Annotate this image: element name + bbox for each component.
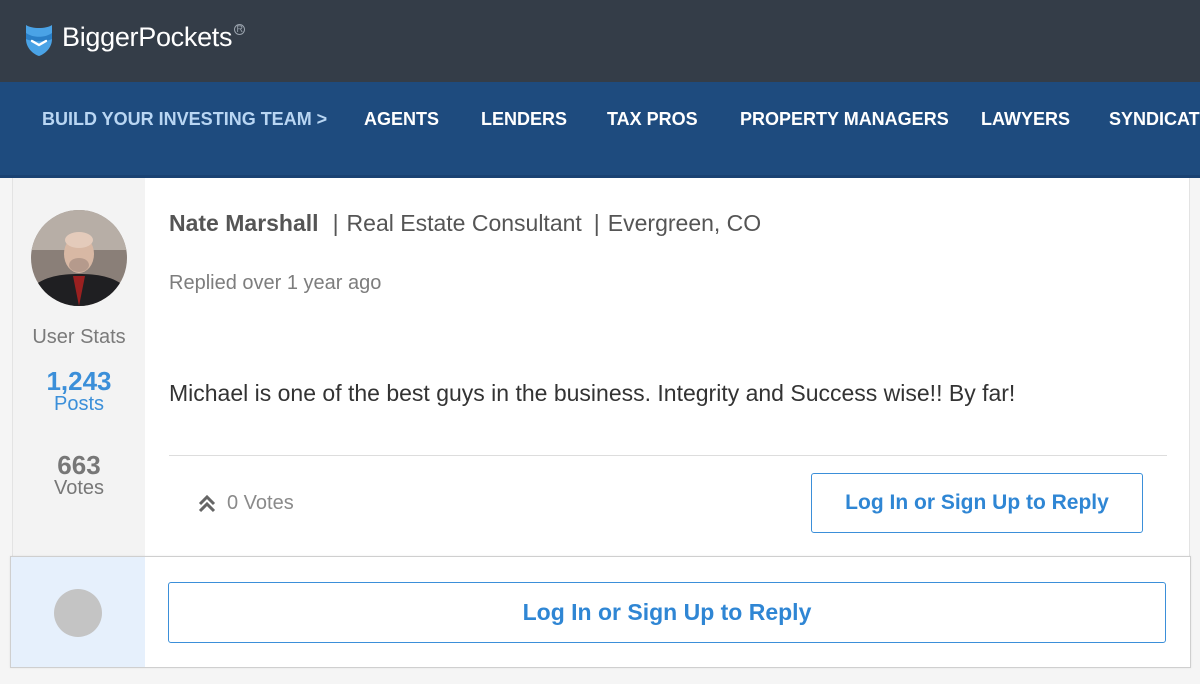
user-stats-title: User Stats <box>32 326 126 348</box>
author-location: Evergreen, CO <box>607 210 762 236</box>
author-title: Real Estate Consultant <box>346 210 582 236</box>
post-body: Michael is one of the best guys in the b… <box>169 380 1016 406</box>
post-author-line: Nate Marshall | Real Estate Consultant | Eve… <box>169 210 762 236</box>
user-avatar[interactable] <box>31 210 127 306</box>
votes-count-label: 0 Votes <box>227 492 294 514</box>
nav-syndicate[interactable]: SYNDICATE <box>1109 108 1200 130</box>
posts-label[interactable]: Posts <box>13 393 145 415</box>
avatar-photo <box>31 210 127 306</box>
registered-mark: R <box>234 24 246 35</box>
reply-avatar-panel <box>11 557 145 667</box>
reply-timestamp: Replied over 1 year ago <box>169 272 382 294</box>
guest-avatar <box>54 589 102 637</box>
author-name[interactable]: Nate Marshall <box>169 210 319 236</box>
nav-lawyers[interactable]: LAWYERS <box>981 108 1070 130</box>
nav-tax-pros[interactable]: TAX PROS <box>607 108 698 130</box>
pocket-logo-icon <box>26 25 52 56</box>
vote-control[interactable]: 0 Votes <box>197 492 294 515</box>
nav-lenders[interactable]: LENDERS <box>481 108 567 130</box>
top-header: BiggerPockets R <box>0 0 1200 82</box>
nav-build-team[interactable]: BUILD YOUR INVESTING TEAM > <box>42 108 327 130</box>
reply-composer: Log In or Sign Up to Reply <box>10 556 1191 668</box>
user-sidebar: User Stats 1,243 Posts 663 Votes <box>13 178 145 556</box>
posts-count[interactable]: 1,243 <box>13 368 145 394</box>
login-to-reply-button[interactable]: Log In or Sign Up to Reply <box>811 473 1143 533</box>
post-divider <box>169 455 1167 456</box>
upvote-chevrons-icon[interactable] <box>197 494 217 514</box>
nav-agents[interactable]: AGENTS <box>364 108 439 130</box>
biggerpockets-logo[interactable]: BiggerPockets R <box>24 21 246 57</box>
nav-property-managers[interactable]: PROPERTY MANAGERS <box>740 108 949 130</box>
login-to-reply-wide-button[interactable]: Log In or Sign Up to Reply <box>168 582 1166 643</box>
forum-post-card: User Stats 1,243 Posts 663 Votes Nate Ma… <box>12 178 1190 556</box>
votes-label: Votes <box>53 477 105 499</box>
logo-wordmark: BiggerPockets <box>62 22 233 52</box>
votes-count: 663 <box>57 450 101 480</box>
pro-nav-bar: BUILD YOUR INVESTING TEAM > AGENTS LENDE… <box>0 82 1200 178</box>
